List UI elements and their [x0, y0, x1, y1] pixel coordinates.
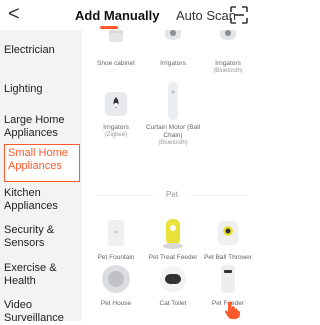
tab-auto-scan[interactable]: Auto Scan [176, 8, 236, 23]
scan-icon[interactable] [230, 6, 248, 24]
device-subtitle: (Zigbee) [104, 132, 128, 138]
device-tile-cat-toilet[interactable]: Cat Toilet [143, 262, 203, 308]
device-subtitle: (Bluetooth) [158, 140, 188, 146]
pet-house-icon [99, 262, 133, 296]
section-divider-right [190, 195, 248, 196]
curtain-motor-icon [156, 80, 190, 122]
pet-ball-thrower-icon [211, 216, 245, 250]
sidebar-item-exercise-health[interactable]: Exercise & Health [4, 262, 78, 288]
device-tile-pet-ball-thrower[interactable]: Pet Ball Thrower [198, 216, 258, 262]
device-tile-pet-treat-feeder[interactable]: Pet Treat Feeder [143, 216, 203, 262]
sidebar-item-kitchen-appliances[interactable]: Kitchen Appliances [4, 187, 78, 213]
device-name: Curtain Motor (Ball Chain) [145, 124, 201, 139]
section-divider-left [96, 195, 154, 196]
sidebar-item-lighting[interactable]: Lighting [4, 83, 78, 96]
device-grid: Shoe cabinet Irrigators Irrigators (Blue… [82, 24, 261, 321]
header: < Add Manually Auto Scan [0, 0, 261, 30]
tab-active-indicator [100, 26, 118, 29]
device-name: Irrigators [215, 60, 241, 67]
device-name: Shoe cabinet [97, 60, 135, 67]
pet-treat-feeder-icon [156, 216, 190, 250]
section-title-pet: Pet [165, 190, 178, 199]
irrigator-icon [99, 86, 133, 120]
device-tile-pet-house[interactable]: Pet House [86, 262, 146, 308]
device-tile-irrigators-zigbee[interactable]: Irrigators (Zigbee) [86, 86, 146, 139]
pet-fountain-icon [99, 216, 133, 250]
cat-toilet-icon [156, 262, 190, 296]
device-tile-curtain-motor[interactable]: Curtain Motor (Ball Chain) (Bluetooth) [143, 80, 203, 147]
category-sidebar: Electrician Lighting Large Home Applianc… [0, 30, 82, 324]
device-tile-pet-fountain[interactable]: Pet Fountain [86, 216, 146, 262]
sidebar-item-small-home-appliances[interactable]: Small Home Appliances [4, 144, 80, 182]
device-name: Pet House [100, 300, 132, 307]
tab-add-manually[interactable]: Add Manually [75, 8, 160, 23]
sidebar-item-security-sensors[interactable]: Security & Sensors [4, 224, 78, 250]
sidebar-item-large-home-appliances[interactable]: Large Home Appliances [4, 114, 78, 140]
pet-feeder-icon [211, 262, 245, 296]
device-name: Cat Toilet [159, 300, 187, 307]
sidebar-item-electrician[interactable]: Electrician [4, 44, 78, 57]
sidebar-item-video-surveillance[interactable]: Video Surveillance [4, 299, 78, 325]
device-subtitle: (Bluetooth) [213, 68, 243, 74]
device-name: Irrigators [160, 60, 186, 67]
device-name: Irrigators [103, 124, 129, 131]
device-name: Pet Treat Feeder [148, 254, 198, 261]
hand-pointer-icon [224, 301, 240, 319]
back-button[interactable]: < [8, 3, 28, 25]
device-name: Pet Fountain [97, 254, 135, 261]
device-name: Pet Ball Thrower [204, 254, 252, 261]
